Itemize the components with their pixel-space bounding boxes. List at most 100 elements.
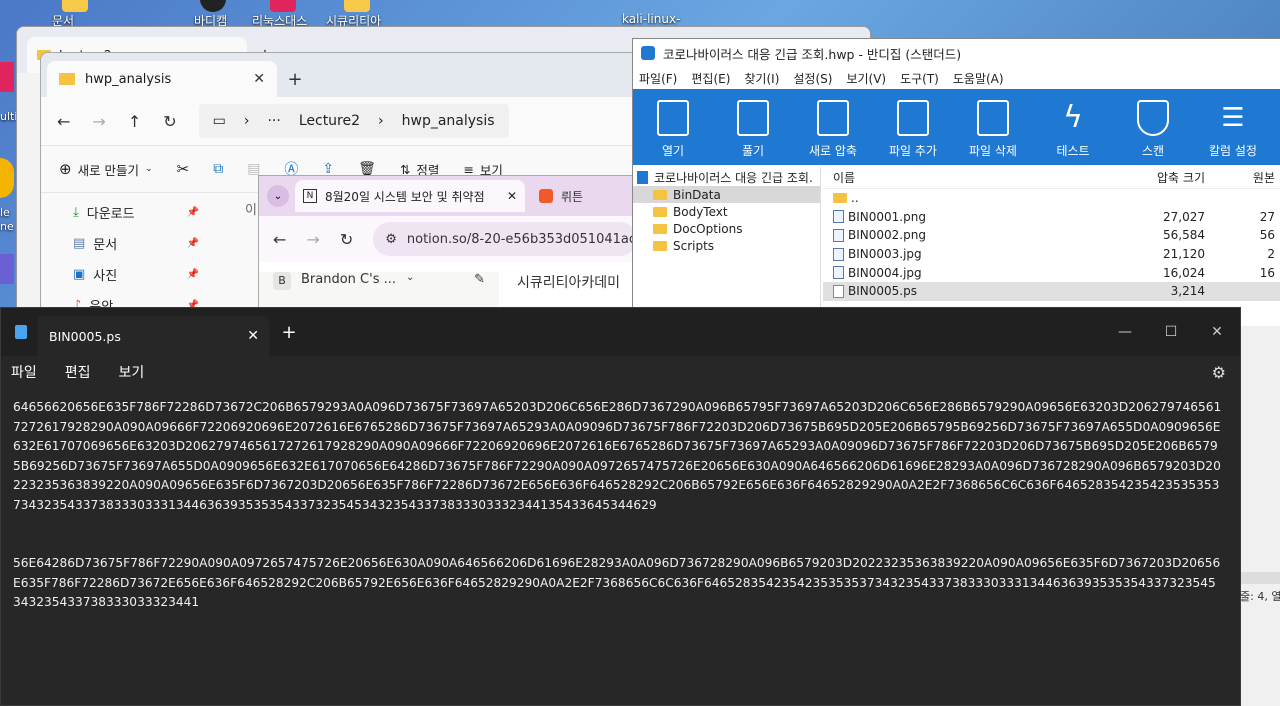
new-page-icon[interactable]: ✎ [474,272,485,287]
forward-button[interactable]: → [306,230,319,249]
new-tab-button[interactable]: + [269,322,309,343]
desktop-icon-label: ne [0,220,14,233]
menu-help[interactable]: 도움말(A) [953,70,1004,87]
file-name: BIN0002.png [848,228,926,243]
folder-tree: 코로나바이러스 대응 긴급 조회. BinData BodyText DocOp… [633,167,821,327]
bandizip-window[interactable]: 코로나바이러스 대응 긴급 조회.hwp - 반디집 (스탠더드) 파일(F) … [632,38,1280,328]
menu-view[interactable]: 보기(V) [846,70,886,87]
list-item[interactable]: BIN0001.png 27,027 27 [823,208,1280,227]
button-label: 새로 압축 [809,144,857,158]
tab-hwp-analysis[interactable]: hwp_analysis ✕ [47,61,277,97]
breadcrumb[interactable]: ▭ › ··· Lecture2 › hwp_analysis [198,104,509,138]
up-button[interactable]: ↑ [128,112,141,131]
desktop-icon-label: kali-linux- [622,12,681,26]
scrollbar[interactable] [1240,572,1280,584]
open-button[interactable]: 열기 [633,89,713,165]
desktop-icon-bodycam[interactable]: 바디캠 [186,0,256,28]
tree-item-bindata[interactable]: BinData [633,186,820,203]
menu-bar: 파일 편집 보기 ⚙ [1,356,1240,388]
menu-edit[interactable]: 편집 [65,362,91,382]
tab-wrtn[interactable]: 뤼튼 [531,180,591,212]
list-item[interactable]: .. [823,189,1280,208]
tree-root[interactable]: 코로나바이러스 대응 긴급 조회. [633,169,820,186]
extract-button[interactable]: 풀기 [713,89,793,165]
cut-icon[interactable]: ✂ [177,160,190,178]
sidebar-item-pictures[interactable]: ▣ 사진 📌 [41,259,201,290]
pin-icon: 📌 [186,269,199,280]
new-button[interactable]: ⊕ 새로 만들기 ⌄ [59,160,153,179]
file-original-size: 56 [1259,228,1275,243]
add-file-button[interactable]: 파일 추가 [873,89,953,165]
notepad-window[interactable]: BIN0005.ps ✕ + — ☐ ✕ 파일 편집 보기 ⚙ 64656620… [0,307,1241,706]
menu-find[interactable]: 찾기(I) [744,70,779,87]
image-file-icon [833,247,844,261]
text-paragraph: 64656620656E635F786F72286D73672C206B6579… [13,400,1222,512]
column-header-size[interactable]: 압축 크기 [1119,169,1209,186]
page-breadcrumb[interactable]: 시큐리티아카데미 [499,272,620,292]
desktop-icon-kali[interactable]: kali-linux- [618,0,698,26]
extract-icon [737,100,769,136]
wrtn-icon [539,189,553,203]
browser-window[interactable]: ⌄ N 8월20일 시스템 보안 및 취약점 ✕ 뤼튼 ← → ↻ ⚙ noti… [258,175,638,325]
hwp-file-icon [637,171,648,184]
more-icon[interactable]: ··· [267,113,280,129]
breadcrumb-item[interactable]: Lecture2 [299,113,360,129]
forward-button[interactable]: → [92,112,105,131]
workspace-name[interactable]: Brandon C's ... [301,272,396,287]
archive-icon [817,100,849,136]
menu-file[interactable]: 파일(F) [639,70,677,87]
tab-notion[interactable]: N 8월20일 시스템 보안 및 취약점 ✕ [295,180,525,212]
app-icon[interactable] [0,254,14,284]
menu-view[interactable]: 보기 [119,362,145,382]
breadcrumb-item[interactable]: hwp_analysis [402,113,495,129]
refresh-button[interactable]: ↻ [340,230,353,249]
desktop-icon-documents[interactable]: 문서 [44,0,114,28]
desktop-icon-security[interactable]: 시큐리티아 [326,0,406,28]
back-button[interactable]: ← [273,230,286,249]
address-bar[interactable]: ⚙ notion.so/8-20-e56b353d051041aca [373,222,637,256]
maximize-button[interactable]: ☐ [1148,324,1194,340]
button-label: 풀기 [741,144,765,158]
workspace-avatar[interactable]: B [273,272,291,290]
close-icon[interactable]: ✕ [507,189,517,203]
list-item-selected[interactable]: BIN0005.ps 3,214 [823,281,1280,301]
list-item[interactable]: BIN0003.jpg 21,120 2 [823,245,1280,264]
back-button[interactable]: ← [57,112,70,131]
lightning-icon: ϟ [1063,100,1083,135]
menu-edit[interactable]: 편집(E) [691,70,730,87]
menu-settings[interactable]: 설정(S) [793,70,832,87]
new-label: 새로 만들기 [77,162,140,178]
file-size: 3,214 [1170,284,1205,299]
minimize-button[interactable]: — [1102,324,1148,340]
gear-icon[interactable]: ⚙ [1212,363,1226,382]
sidebar-item-documents[interactable]: ▤ 문서 📌 [41,228,201,259]
column-settings-button[interactable]: ☰ 칼럼 설정 [1193,89,1273,165]
scan-button[interactable]: 스캔 [1113,89,1193,165]
close-tab-button[interactable]: ✕ [247,328,259,344]
text-editor[interactable]: 64656620656E635F786F72286D73672C206B6579… [1,388,1233,613]
list-item[interactable]: BIN0002.png 56,584 56 [823,226,1280,245]
close-tab-button[interactable]: ✕ [253,71,265,87]
desktop-icon-linux-master[interactable]: 리눅스대스 [252,0,332,28]
close-window-button[interactable]: ✕ [1194,324,1240,340]
tab-bin0005[interactable]: BIN0005.ps ✕ [37,316,269,356]
app-icon[interactable] [0,62,14,92]
menu-tools[interactable]: 도구(T) [900,70,939,87]
sidebar-item-label: 문서 [93,238,118,253]
tree-item-docoptions[interactable]: DocOptions [633,220,820,237]
refresh-button[interactable]: ↻ [163,112,176,131]
tree-item-scripts[interactable]: Scripts [633,237,820,254]
sidebar-item-downloads[interactable]: ⤓ 다운로드 📌 [41,197,201,228]
new-archive-button[interactable]: 새로 압축 [793,89,873,165]
new-tab-button[interactable]: + [277,61,313,97]
list-item[interactable]: BIN0004.jpg 16,024 16 [823,263,1280,282]
delete-file-button[interactable]: 파일 삭제 [953,89,1033,165]
copy-icon[interactable]: ⧉ [213,161,223,177]
tab-search-icon[interactable]: ⌄ [267,185,289,207]
chevron-down-icon[interactable]: ⌄ [406,272,414,283]
test-button[interactable]: ϟ 테스트 [1033,89,1113,165]
column-header-name[interactable]: 이름 [823,169,1119,186]
menu-file[interactable]: 파일 [11,362,37,382]
tree-item-bodytext[interactable]: BodyText [633,203,820,220]
column-header-original[interactable]: 원본 [1209,169,1279,186]
